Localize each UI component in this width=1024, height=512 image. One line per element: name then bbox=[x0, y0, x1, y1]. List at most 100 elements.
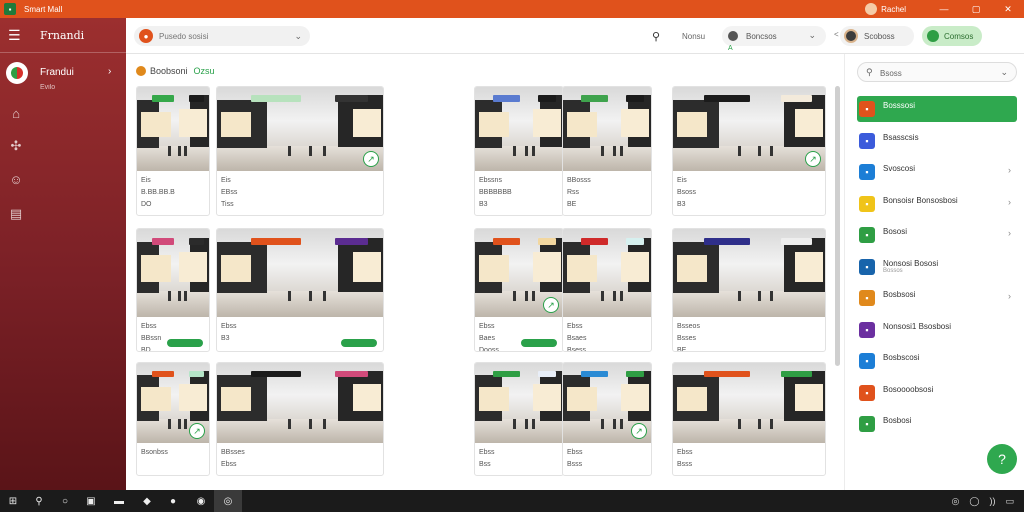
card-text: Bss bbox=[479, 461, 491, 468]
panel-item[interactable]: ▪ Bosbosi bbox=[857, 411, 1017, 437]
search-input[interactable] bbox=[159, 31, 289, 41]
menu-icon[interactable]: ☰ bbox=[8, 28, 21, 42]
card-text: Eis bbox=[141, 177, 151, 184]
chevron-right-icon[interactable]: › bbox=[108, 66, 111, 77]
windows-icon[interactable]: ⊞ bbox=[6, 494, 20, 508]
status-badge bbox=[341, 339, 377, 347]
panel-item-label: Bosssosi bbox=[883, 101, 916, 110]
card-text: BBBBBBB bbox=[479, 189, 512, 196]
category-icon: ▪ bbox=[859, 258, 875, 275]
store-app-icon[interactable]: ▣ bbox=[84, 494, 98, 508]
search-icon[interactable]: ⚲ bbox=[32, 494, 46, 508]
edge-icon[interactable]: ◉ bbox=[194, 494, 208, 508]
search-bar[interactable]: ● ⌄ bbox=[134, 26, 310, 46]
product-card[interactable]: Ebss Bsss ↗ bbox=[562, 362, 652, 476]
product-card[interactable]: Bsseos Bsses BE bbox=[672, 228, 826, 352]
category-icon: ▪ bbox=[859, 227, 875, 243]
folder-icon[interactable]: ▬ bbox=[112, 494, 126, 508]
profile-name[interactable]: Frandui bbox=[40, 67, 74, 78]
share-icon[interactable]: ↗ bbox=[543, 297, 559, 313]
account-chip[interactable]: Scoboss bbox=[840, 26, 914, 46]
minimize-button[interactable]: — bbox=[928, 4, 960, 14]
tray-icon[interactable]: ◎ bbox=[952, 496, 960, 507]
tray-icon[interactable]: ▭ bbox=[1005, 496, 1014, 507]
panel-item-label: Nonsosi Bososi bbox=[883, 258, 939, 268]
search-icon[interactable]: ⚲ bbox=[652, 30, 660, 43]
product-card[interactable]: Ebss B3 bbox=[216, 228, 384, 352]
product-card[interactable]: Ebss Bss bbox=[474, 362, 564, 476]
panel-search[interactable]: ⚲ Bsoss ⌄ bbox=[857, 62, 1017, 82]
category-icon: ▪ bbox=[859, 353, 875, 369]
mall-photo bbox=[137, 87, 209, 171]
maximize-button[interactable]: ▢ bbox=[960, 4, 992, 15]
panel-item-sub: Bossos bbox=[883, 267, 903, 274]
chevron-right-icon: › bbox=[1008, 196, 1011, 207]
mall-photo bbox=[673, 363, 825, 443]
section-icon bbox=[136, 66, 146, 76]
circle-icon[interactable]: ○ bbox=[58, 494, 72, 508]
panel-item[interactable]: ▪ Nonsosi1 Bsosbosi bbox=[857, 317, 1017, 343]
card-text: B3 bbox=[677, 201, 686, 208]
profile-avatar[interactable] bbox=[6, 62, 28, 84]
card-text: BBosss bbox=[567, 177, 591, 184]
product-card[interactable]: Ebss Bsss bbox=[672, 362, 826, 476]
help-fab-button[interactable]: ? bbox=[987, 444, 1017, 474]
category-icon: ▪ bbox=[859, 321, 875, 338]
user-dropdown[interactable]: Boncsos ⌄ bbox=[722, 26, 826, 46]
shield-icon[interactable]: ◆ bbox=[140, 494, 154, 508]
panel-item[interactable]: ▪ Bosbsosi › bbox=[857, 285, 1017, 311]
share-icon[interactable]: ↗ bbox=[805, 151, 821, 167]
user-avatar-icon[interactable] bbox=[865, 3, 878, 15]
document-icon[interactable]: ▤ bbox=[8, 206, 24, 222]
product-card[interactable]: Eis Bsoss B3 ↗ bbox=[672, 86, 826, 216]
panel-item[interactable]: ▪ Bonsoisr Bonsosbosi › bbox=[857, 191, 1017, 217]
share-icon[interactable]: ↗ bbox=[189, 423, 205, 439]
chevron-down-icon[interactable]: ⌄ bbox=[294, 31, 302, 42]
product-card[interactable]: Ebss Bsaes Bsess bbox=[562, 228, 652, 352]
mall-photo bbox=[217, 87, 383, 171]
close-button[interactable]: ✕ bbox=[992, 4, 1024, 15]
card-text: BBsses bbox=[221, 449, 245, 456]
category-icon: ▪ bbox=[859, 101, 875, 117]
right-panel: ⚲ Bsoss ⌄ ▪ Bosssosi ▪ Bsasscsis ▪ Svoscosi › ▪… bbox=[844, 54, 1024, 490]
product-card[interactable]: Ebss BBssn BD bbox=[136, 228, 210, 352]
puzzle-icon[interactable]: ✣ bbox=[8, 138, 24, 154]
card-text: Rss bbox=[567, 189, 580, 196]
store-icon[interactable]: ⌂ bbox=[8, 106, 24, 122]
panel-item[interactable]: ▪ Bosbscosi bbox=[857, 348, 1017, 374]
panel-item[interactable]: ▪ Svoscosi › bbox=[857, 159, 1017, 185]
scrollbar[interactable] bbox=[835, 86, 840, 366]
header-link[interactable]: Nonsu bbox=[682, 32, 705, 41]
mall-photo bbox=[563, 87, 651, 171]
panel-item[interactable]: ▪ Bosssosi bbox=[857, 96, 1017, 122]
panel-item[interactable]: ▪ Nonsosi Bososi Bossos bbox=[857, 254, 1017, 280]
avatar bbox=[844, 29, 858, 43]
panel-item[interactable]: ▪ Bososi › bbox=[857, 222, 1017, 248]
card-text: B3 bbox=[479, 201, 488, 208]
taskbar: ⊞ ⚲ ○ ▣ ▬ ◆ ● ◉ ◎ ◎ ◯)) ▭ bbox=[0, 490, 1024, 512]
product-card[interactable]: BBosss Rss BE bbox=[562, 86, 652, 216]
tray-icon[interactable]: ◯ bbox=[969, 496, 979, 507]
product-card[interactable]: Bsonbss ↗ bbox=[136, 362, 210, 476]
product-card[interactable]: BBsses Ebss bbox=[216, 362, 384, 476]
section-tag[interactable]: Ozsu bbox=[194, 66, 215, 76]
panel-item[interactable]: ▪ Bsasscsis bbox=[857, 128, 1017, 154]
product-card[interactable]: Ebss Baes Dooss ↗ bbox=[474, 228, 564, 352]
mall-photo bbox=[673, 229, 825, 317]
chrome-icon[interactable]: ◎ bbox=[221, 494, 235, 508]
share-icon[interactable]: ↗ bbox=[363, 151, 379, 167]
title-bar: ▪ Smart Mall Rachel — ▢ ✕ bbox=[0, 0, 1024, 18]
product-card[interactable]: Ebssns BBBBBBB B3 bbox=[474, 86, 564, 216]
user-icon[interactable]: ☺ bbox=[8, 172, 24, 188]
card-text: Ebss bbox=[141, 323, 157, 330]
panel-search-text: Bsoss bbox=[880, 69, 902, 78]
panel-item[interactable]: ▪ Bosoooobsosi bbox=[857, 380, 1017, 406]
category-icon: ▪ bbox=[859, 384, 875, 401]
card-text: Ebss bbox=[567, 323, 583, 330]
photo-icon[interactable]: ● bbox=[166, 494, 180, 508]
product-card[interactable]: Eis EBss Tiss ↗ bbox=[216, 86, 384, 216]
product-card[interactable]: Eis B.BB.BB.B DO bbox=[136, 86, 210, 216]
tray-icon[interactable]: )) bbox=[989, 496, 995, 506]
share-icon[interactable]: ↗ bbox=[631, 423, 647, 439]
header-action-button[interactable]: Comsos bbox=[922, 26, 982, 46]
